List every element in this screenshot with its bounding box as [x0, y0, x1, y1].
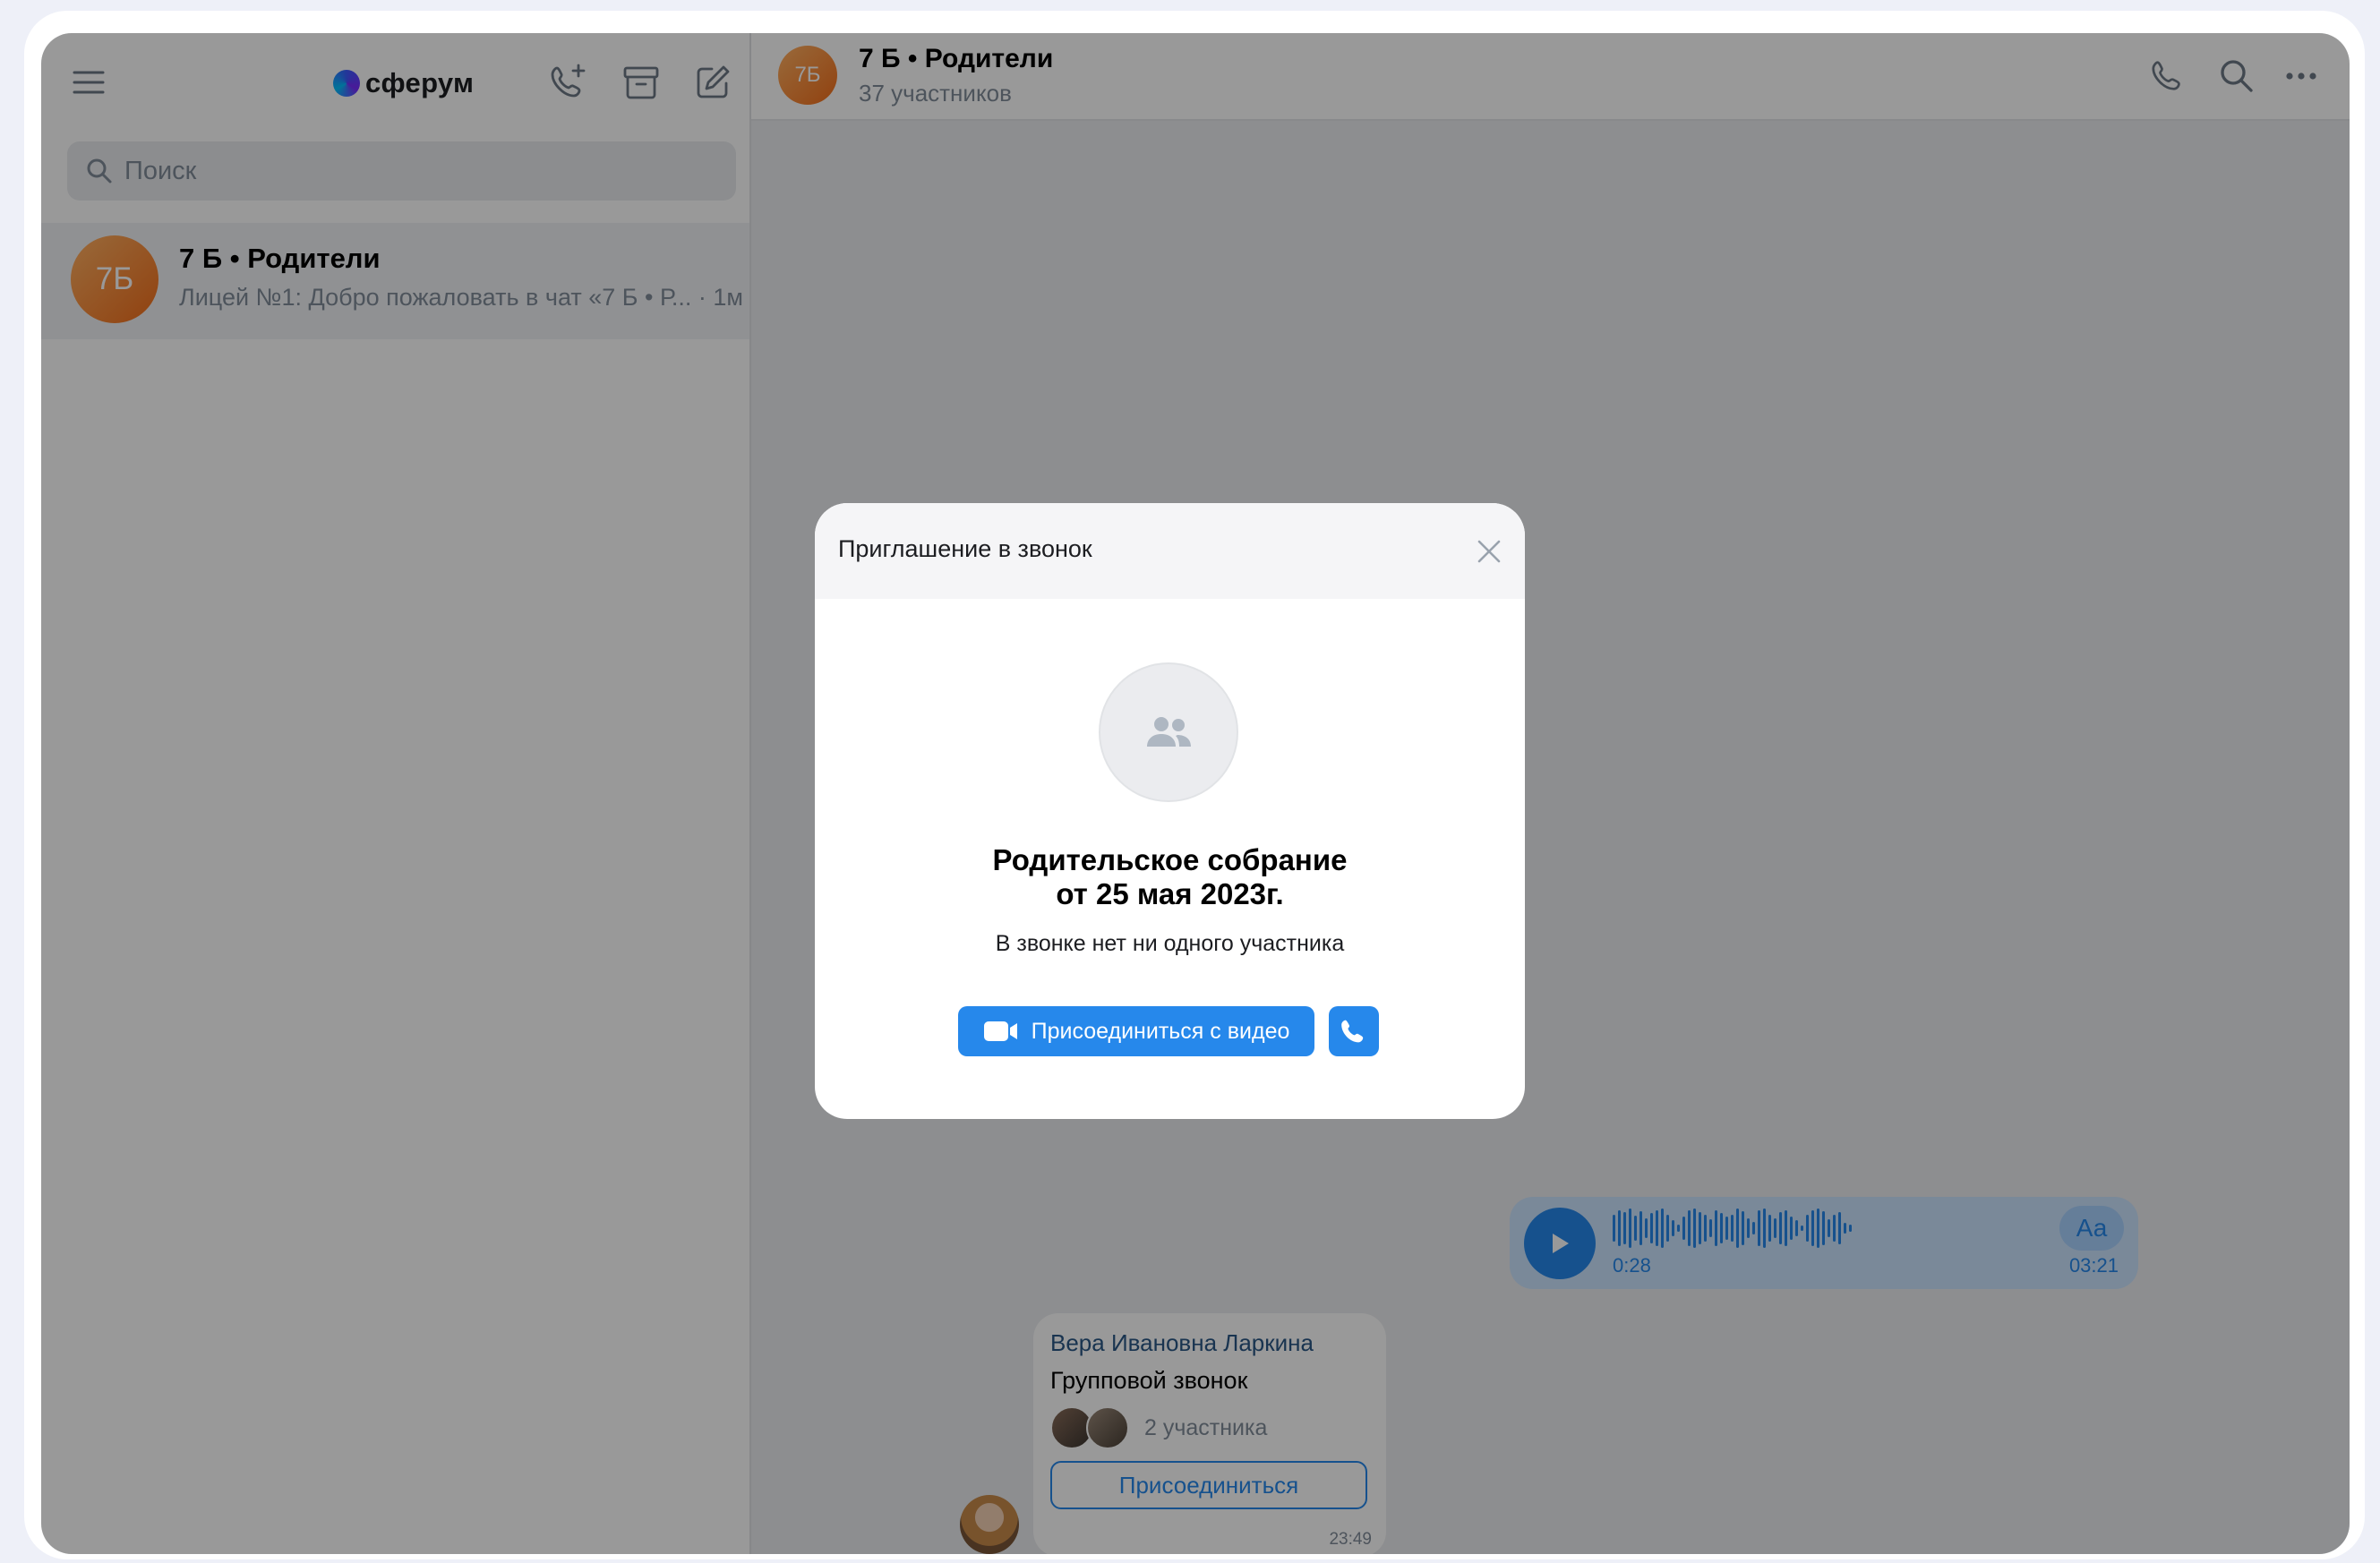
call-title: Родительское собрание от 25 мая 2023г. [815, 843, 1525, 911]
modal-title: Приглашение в звонок [838, 535, 1092, 562]
video-camera-icon [983, 1021, 1017, 1041]
modal-header: Приглашение в звонок [815, 503, 1525, 599]
call-title-line1: Родительское собрание [992, 843, 1348, 876]
call-title-line2: от 25 мая 2023г. [1056, 877, 1284, 910]
close-icon[interactable] [1466, 528, 1512, 575]
group-icon [1147, 717, 1191, 747]
join-audio-button[interactable] [1329, 1006, 1379, 1056]
join-with-video-label: Присоединиться с видео [1031, 1018, 1290, 1044]
call-invite-modal: Приглашение в звонок Родительское собран… [815, 503, 1525, 1119]
call-status: В звонке нет ни одного участника [995, 931, 1345, 956]
call-avatar [1099, 662, 1238, 802]
app-window: сферум 7Б 7 Б • Родители Лицей №1: Добро… [41, 33, 2350, 1554]
join-with-video-button[interactable]: Присоединиться с видео [958, 1006, 1314, 1056]
phone-icon [1341, 1020, 1364, 1043]
